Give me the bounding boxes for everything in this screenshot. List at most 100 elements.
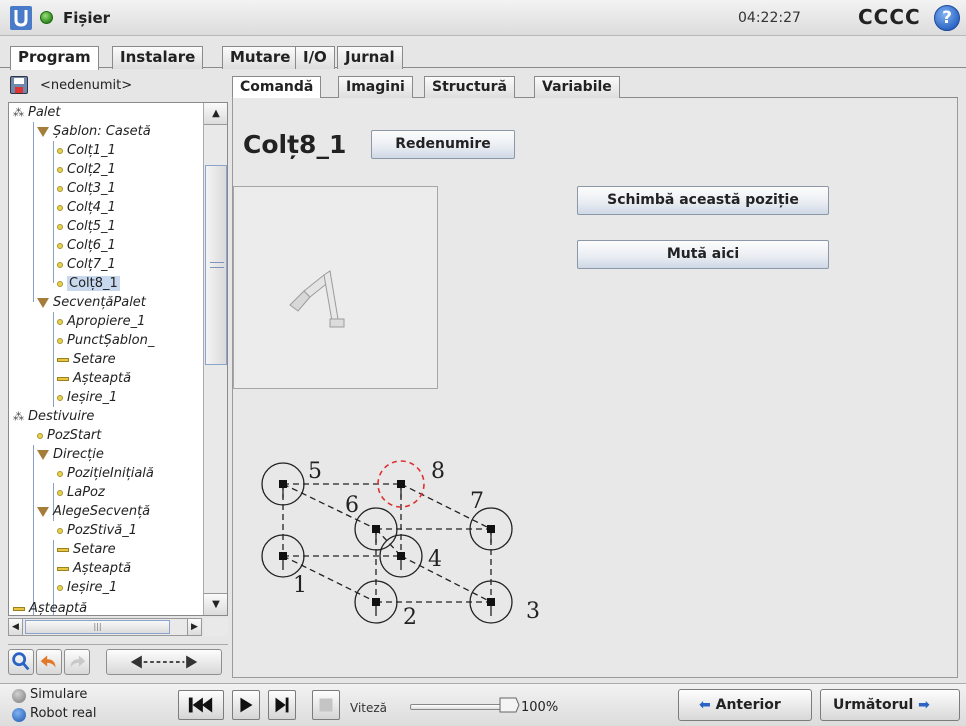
tab-io[interactable]: I/O — [295, 46, 335, 69]
waypoint-icon — [57, 527, 63, 534]
change-position-button[interactable]: Schimbă această poziție — [577, 186, 829, 215]
scroll-up-icon[interactable]: ▲ — [204, 103, 227, 125]
main-tabs: Program Instalare Mutare I/O Jurnal — [0, 38, 966, 70]
waypoint-icon — [57, 261, 63, 268]
waypoint-icon — [57, 470, 63, 477]
triangle-icon — [37, 297, 49, 308]
scroll-right-icon[interactable]: ▶ — [187, 619, 201, 635]
simulation-label: Simulare — [30, 687, 88, 702]
robot-arm-icon — [289, 270, 345, 328]
tree-node[interactable]: Colț4_1 — [57, 198, 116, 217]
scroll-thumb[interactable]: ||| — [25, 620, 170, 634]
tree-node[interactable]: Setare — [57, 540, 116, 559]
tab-command[interactable]: Comandă — [232, 76, 322, 98]
tree-node[interactable]: Ieșire_1 — [57, 578, 117, 597]
triangle-icon — [37, 449, 49, 460]
tree-vertical-scrollbar[interactable]: ▲ ▼ — [203, 103, 227, 615]
tree-node[interactable]: Ieșire_1 — [57, 388, 117, 407]
tree-node-label: Colț7_1 — [67, 257, 116, 272]
tree-node[interactable]: Colț3_1 — [57, 179, 116, 198]
tree-node[interactable]: Colț5_1 — [57, 217, 116, 236]
tree-node-label: Colț4_1 — [67, 200, 116, 215]
move-here-button[interactable]: Mută aici — [577, 240, 829, 269]
speed-slider[interactable] — [410, 704, 510, 710]
move-node-arrows-icon[interactable] — [106, 649, 222, 675]
undo-icon[interactable] — [36, 649, 62, 675]
waypoint-icon — [57, 185, 63, 192]
tab-installation[interactable]: Instalare — [112, 46, 204, 69]
pattern-label: 1 — [293, 573, 307, 598]
rename-button[interactable]: Redenumire — [371, 130, 515, 159]
tab-log[interactable]: Jurnal — [337, 46, 403, 69]
tree-node[interactable]: Colț7_1 — [57, 255, 116, 274]
scroll-down-icon[interactable]: ▼ — [204, 593, 227, 615]
tree-node[interactable]: Direcție — [37, 445, 104, 464]
tree-node[interactable]: PozițieInițială — [57, 464, 154, 483]
speed-slider-thumb[interactable] — [498, 696, 520, 714]
tree-node-label: Așteaptă — [29, 601, 88, 616]
robot-name: CCCC — [858, 5, 921, 29]
scroll-left-icon[interactable]: ◀ — [9, 619, 23, 635]
pallet-pattern-diagram: 5 8 6 7 4 1 2 3 — [261, 459, 540, 630]
stop-icon[interactable] — [312, 690, 340, 720]
tree-node-label: Palet — [28, 105, 61, 120]
redo-icon[interactable] — [64, 649, 90, 675]
play-icon[interactable] — [232, 690, 260, 720]
waypoint-icon — [57, 394, 63, 401]
tree-node[interactable]: PozStart — [37, 426, 101, 445]
tree-node-label: Ieșire_1 — [67, 390, 118, 405]
program-tree: ⁂ Palet Șablon: Casetă Colț1_1 Colț2_1 Co… — [8, 102, 228, 616]
real-robot-radio[interactable] — [12, 708, 26, 722]
skip-back-icon[interactable] — [178, 690, 224, 720]
tree-node[interactable]: Colț1_1 — [57, 141, 116, 160]
tree-node-selected[interactable]: Colț8_1 — [57, 274, 120, 293]
help-icon[interactable]: ? — [934, 5, 960, 31]
bar-icon — [57, 376, 69, 381]
tree-node-label: Setare — [73, 542, 116, 557]
program-name: <nedenumit> — [40, 78, 133, 93]
previous-button[interactable]: ⬅ Anterior — [678, 689, 812, 721]
title-bar: Fișier 04:22:27 CCCC ? — [0, 0, 966, 36]
tree-node-label: PunctȘablon_ — [67, 333, 155, 348]
tree-node[interactable]: Așteaptă — [57, 369, 131, 388]
tab-graphics[interactable]: Imagini — [338, 76, 413, 98]
simulation-radio[interactable] — [12, 689, 26, 703]
step-icon[interactable] — [268, 690, 296, 720]
scroll-thumb[interactable] — [205, 165, 227, 365]
waypoint-icon — [57, 223, 63, 230]
pattern-label: 3 — [526, 599, 540, 624]
tree-node[interactable]: Colț2_1 — [57, 160, 116, 179]
file-menu[interactable]: Fișier — [63, 9, 110, 27]
search-icon[interactable] — [8, 649, 34, 675]
arrow-left-icon: ⬅ — [699, 697, 711, 713]
save-icon[interactable] — [10, 76, 28, 94]
tree-node[interactable]: Colț6_1 — [57, 236, 116, 255]
tree-node[interactable]: Setare — [57, 350, 116, 369]
tree-node[interactable]: Așteaptă — [57, 559, 131, 578]
previous-label: Anterior — [715, 697, 781, 713]
waypoint-icon — [57, 147, 63, 154]
tree-node[interactable]: SecvențăPalet — [37, 293, 146, 312]
ur-logo-icon — [10, 6, 32, 30]
tree-node[interactable]: AlegeSecvență — [37, 502, 150, 521]
tab-structure[interactable]: Structură — [424, 76, 515, 98]
tree-node[interactable]: Șablon: Casetă — [37, 122, 151, 141]
tree-node[interactable]: ⁂ Destivuire — [13, 407, 94, 426]
tree-node[interactable]: PunctȘablon_ — [57, 331, 154, 350]
waypoint-icon — [57, 166, 63, 173]
command-panel: Colț8_1 Redenumire Schimbă această poziț… — [232, 98, 958, 678]
bar-icon — [57, 357, 69, 362]
tree-node[interactable]: LaPoz — [57, 483, 105, 502]
tree-node[interactable]: Așteaptă — [13, 599, 88, 616]
tree-node[interactable]: ⁂ Palet — [13, 103, 61, 122]
tree-node[interactable]: PozStivă_1 — [57, 521, 137, 540]
waypoint-icon — [57, 242, 63, 249]
tab-variables[interactable]: Variabile — [534, 76, 620, 98]
tree-horizontal-scrollbar[interactable]: ◀ ||| ▶ — [8, 618, 202, 636]
tab-move[interactable]: Mutare — [222, 46, 299, 69]
next-button[interactable]: Următorul ➡ — [820, 689, 960, 721]
tree-node-label: PozStivă_1 — [67, 523, 138, 538]
tree-node[interactable]: Apropiere_1 — [57, 312, 145, 331]
next-label: Următorul — [833, 697, 914, 713]
tab-program[interactable]: Program — [10, 46, 99, 70]
